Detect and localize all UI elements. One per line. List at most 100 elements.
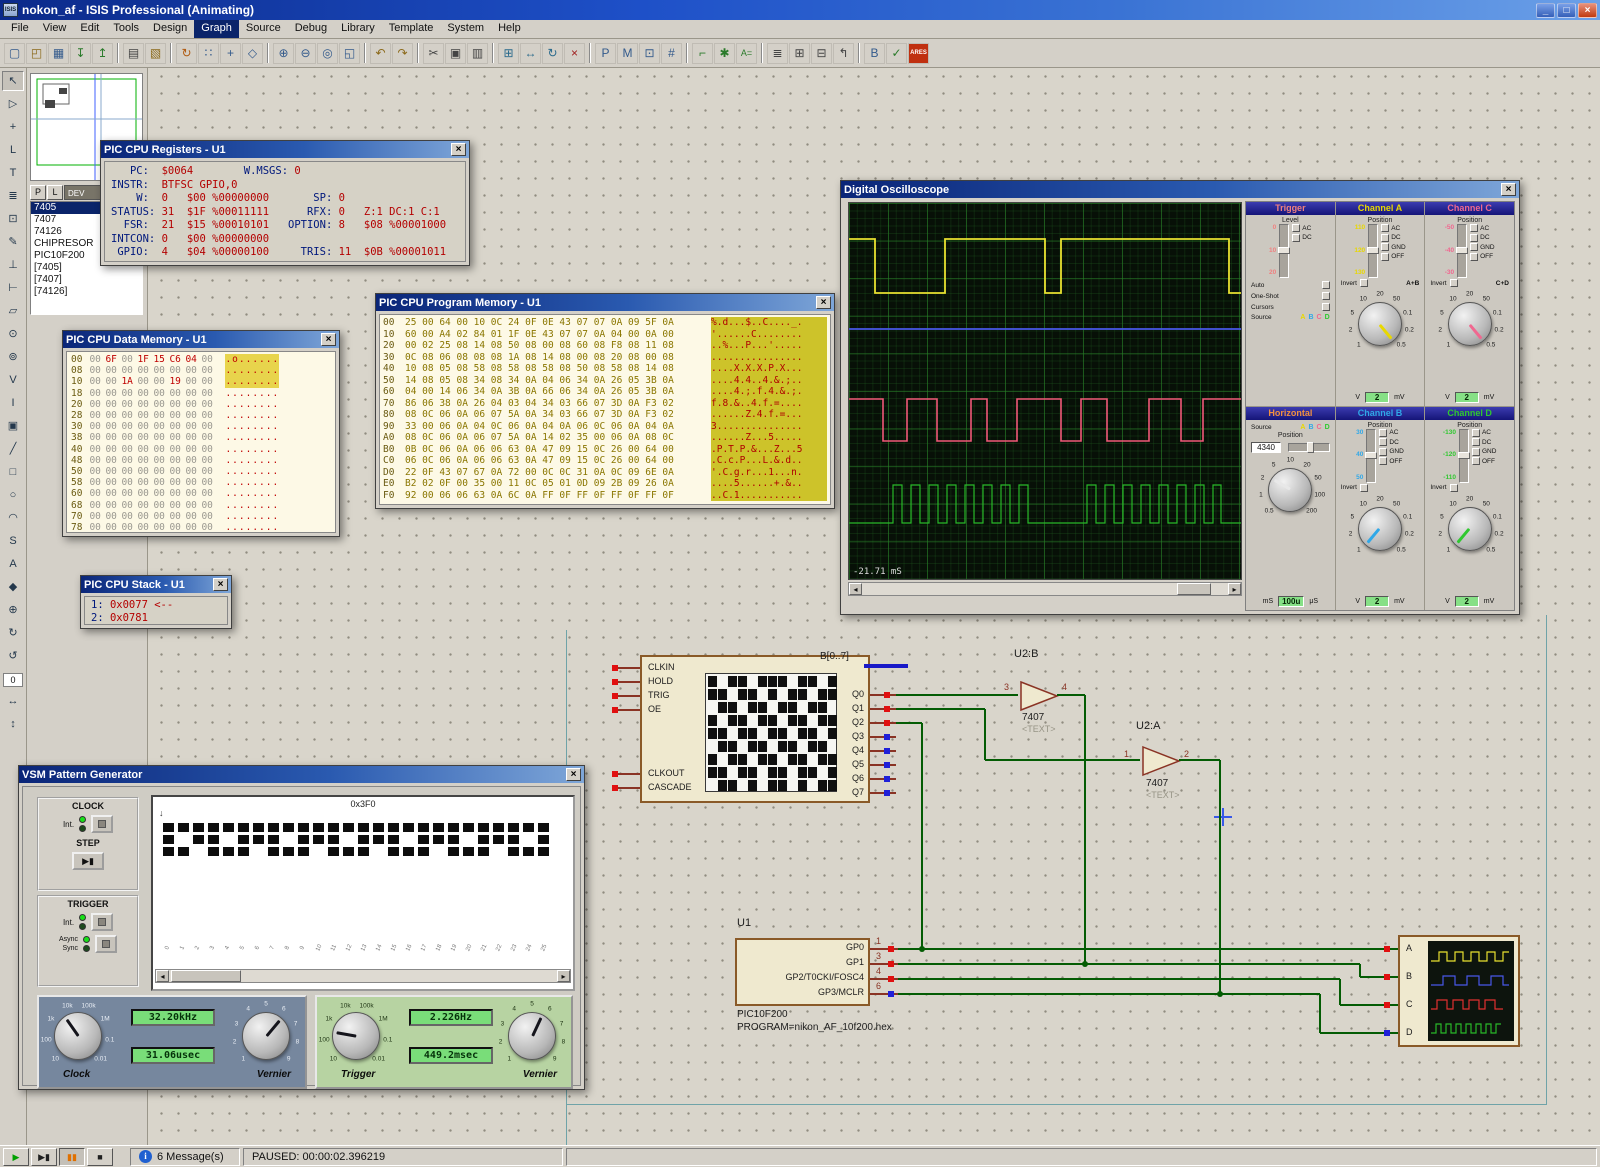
pattern-cell[interactable] [163, 847, 174, 856]
pattern-cell[interactable] [403, 823, 414, 832]
channel-a-off-button[interactable] [1381, 253, 1389, 261]
trigger-dc-button[interactable] [1292, 234, 1300, 242]
close-icon[interactable]: × [321, 333, 336, 346]
invert-button[interactable] [1450, 484, 1458, 492]
menu-view[interactable]: View [36, 20, 74, 38]
pattern-cell[interactable] [313, 835, 324, 844]
source-letter-d[interactable]: D [1325, 424, 1330, 431]
pattern-cell[interactable] [298, 835, 309, 844]
junction-dot-mode[interactable]: + [2, 117, 24, 137]
slider-thumb[interactable] [1456, 247, 1468, 254]
pattern-cell[interactable] [178, 823, 189, 832]
wire[interactable] [1057, 694, 1085, 696]
wire[interactable] [896, 708, 985, 710]
mark-output-area-button[interactable]: ▧ [145, 43, 166, 64]
selector-l-button[interactable]: L [47, 185, 63, 200]
menu-system[interactable]: System [440, 20, 491, 38]
redo-button[interactable]: ↷ [392, 43, 413, 64]
new-sheet-button[interactable]: ⊞ [789, 43, 810, 64]
channel-b-off-button[interactable] [1379, 457, 1387, 465]
x-mirror[interactable]: ↔ [2, 691, 24, 711]
wire[interactable] [921, 723, 923, 949]
u2b-reference[interactable]: U2:B [1014, 648, 1038, 660]
2d-markers-mode[interactable]: ⊕ [2, 600, 24, 620]
property-assignment-button[interactable]: A= [736, 43, 757, 64]
selector-p-button[interactable]: P [30, 185, 46, 200]
menu-tools[interactable]: Tools [106, 20, 146, 38]
subcircuit-mode[interactable]: ⊡ [2, 209, 24, 229]
print-design-button[interactable]: ▤ [123, 43, 144, 64]
pause-button[interactable]: ▮▮ [59, 1148, 85, 1166]
channel-d-gnd-button[interactable] [1472, 448, 1480, 456]
wire[interactable] [896, 694, 1018, 696]
graph-mode[interactable]: ▱ [2, 301, 24, 321]
packaging-tool-button[interactable]: ⊡ [639, 43, 660, 64]
pattern-cell[interactable] [223, 823, 234, 832]
scroll-left-arrow[interactable]: ◂ [156, 970, 169, 982]
scope-scrollbar[interactable]: ◂▸ [848, 582, 1242, 596]
menu-library[interactable]: Library [334, 20, 382, 38]
pattern-cell[interactable] [178, 847, 189, 856]
source-letter-c[interactable]: C [1317, 424, 1322, 431]
trigger-sync-button[interactable] [95, 935, 117, 953]
selection-mode[interactable]: ↖ [2, 71, 24, 91]
pattern-cell[interactable] [508, 847, 519, 856]
pick-device-button[interactable]: P [595, 43, 616, 64]
channel-a-gnd-button[interactable] [1381, 243, 1389, 251]
export-section-button[interactable]: ↥ [92, 43, 113, 64]
pattern-cell[interactable] [493, 823, 504, 832]
trigger-mode-button[interactable] [91, 913, 113, 931]
save-design-button[interactable]: ▦ [48, 43, 69, 64]
2d-circle-mode[interactable]: ○ [2, 485, 24, 505]
wire[interactable] [1319, 994, 1321, 1033]
knob[interactable]: 1251020500.10.20.5 [1345, 289, 1415, 357]
pattern-display[interactable]: 0x3F0↓0123456789101112131415161718192021… [151, 795, 575, 991]
wire[interactable] [1339, 979, 1341, 1005]
pattern-cell[interactable] [208, 823, 219, 832]
slider-thumb[interactable] [1367, 247, 1379, 254]
source-letter-a[interactable]: A [1300, 424, 1305, 431]
refresh-display-button[interactable]: ↻ [176, 43, 197, 64]
terminals-mode[interactable]: ⊥ [2, 255, 24, 275]
tape-recorder-mode[interactable]: ⊙ [2, 324, 24, 344]
make-device-button[interactable]: M [617, 43, 638, 64]
knob[interactable]: 1251020500.10.20.5 [1435, 289, 1505, 357]
menu-help[interactable]: Help [491, 20, 528, 38]
knob[interactable]: 123456789 [229, 999, 303, 1071]
knob[interactable]: 0.5125102050100200 [1255, 455, 1325, 523]
registers-window[interactable]: PIC CPU Registers - U1 × PC: $0064 W.MSG… [100, 140, 470, 266]
close-button[interactable]: × [1578, 3, 1597, 18]
knob[interactable]: 101001k10k100k1M0.10.01 [319, 999, 393, 1071]
device-item[interactable]: [74126] [31, 286, 142, 298]
oscilloscope-window[interactable]: Digital Oscilloscope × -21.71 mS Trigger… [840, 180, 1520, 615]
pattern-cell[interactable] [238, 847, 249, 856]
menu-edit[interactable]: Edit [73, 20, 106, 38]
menu-debug[interactable]: Debug [288, 20, 334, 38]
pan-display-button[interactable]: ◇ [242, 43, 263, 64]
component-mode[interactable]: ▷ [2, 94, 24, 114]
open-design-button[interactable]: ◰ [26, 43, 47, 64]
undo-button[interactable]: ↶ [370, 43, 391, 64]
invert-button[interactable] [1360, 484, 1368, 492]
u1-reference[interactable]: U1 [737, 917, 751, 929]
close-icon[interactable]: × [816, 296, 831, 309]
pattern-generator-window[interactable]: VSM Pattern Generator × CLOCKInt.STEP▶▮ … [18, 765, 585, 1090]
pattern-cell[interactable] [538, 835, 549, 844]
stack-window[interactable]: PIC CPU Stack - U1 × 1: 0x0077 <--2: 0x0… [80, 575, 232, 629]
pattern-cell[interactable] [298, 847, 309, 856]
zoom-in-button[interactable]: ⊕ [273, 43, 294, 64]
step-button[interactable]: ▶▮ [72, 852, 104, 870]
2d-box-mode[interactable]: □ [2, 462, 24, 482]
minimize-button[interactable]: _ [1536, 3, 1555, 18]
pattern-cell[interactable] [448, 823, 459, 832]
instant-edit-mode[interactable]: ✎ [2, 232, 24, 252]
pattern-cell[interactable] [313, 823, 324, 832]
pattern-cell[interactable] [328, 847, 339, 856]
wire[interactable] [984, 709, 986, 760]
scroll-right-arrow[interactable]: ▸ [557, 970, 570, 982]
search-and-tag-button[interactable]: ✱ [714, 43, 735, 64]
pattern-cell[interactable] [328, 823, 339, 832]
buffer-symbol-u2b[interactable] [1018, 679, 1060, 713]
pattern-cell[interactable] [523, 847, 534, 856]
close-icon[interactable]: × [213, 578, 228, 591]
